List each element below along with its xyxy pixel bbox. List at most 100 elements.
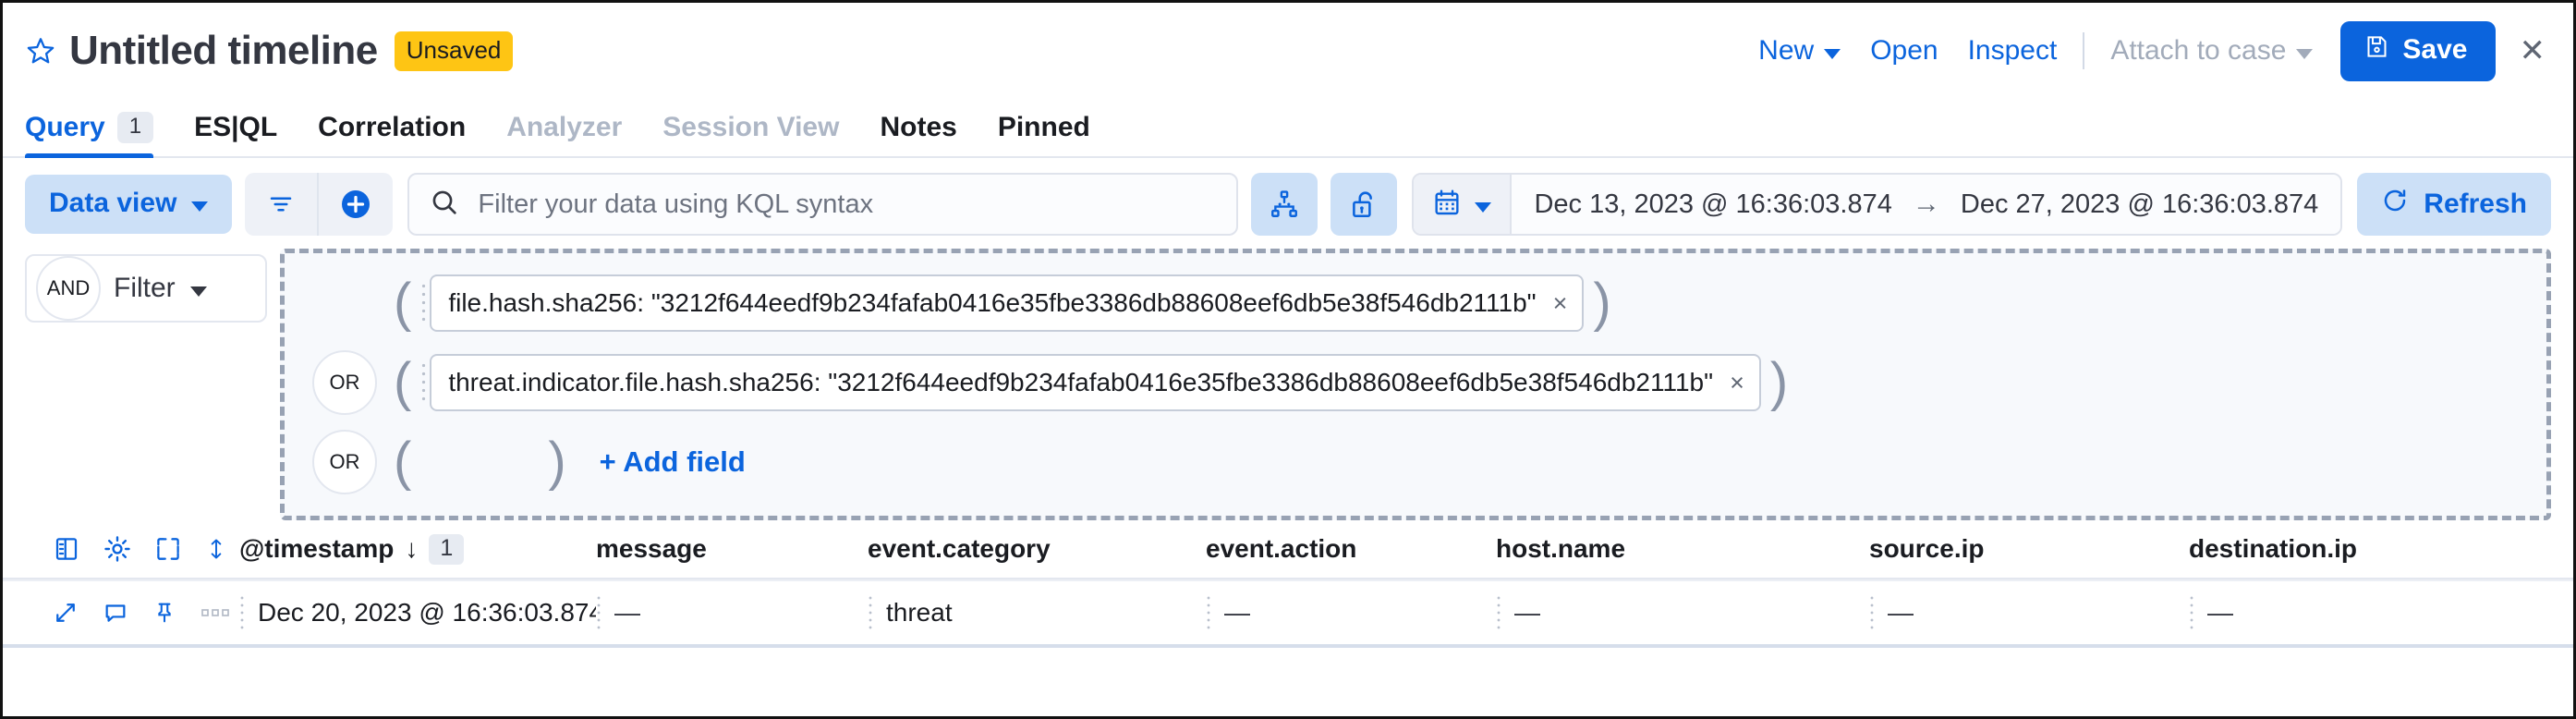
- logic-or-badge[interactable]: OR: [312, 430, 377, 494]
- tab-notes[interactable]: Notes: [859, 112, 977, 156]
- column-header-event-action[interactable]: event.action: [1206, 534, 1496, 564]
- tab-query-label: Query: [25, 111, 105, 142]
- attach-to-case-button[interactable]: Attach to case: [2096, 35, 2327, 67]
- timeline-window: Untitled timeline Unsaved New Open Inspe…: [0, 0, 2576, 719]
- date-range-picker[interactable]: Dec 13, 2023 @ 16:36:03.874 → Dec 27, 20…: [1412, 173, 2343, 236]
- gear-icon[interactable]: [103, 534, 132, 564]
- save-button[interactable]: Save: [2340, 20, 2496, 81]
- builder-row: ( file.hash.sha256: "3212f644eedf9b234fa…: [305, 268, 2526, 338]
- fullscreen-icon[interactable]: [154, 535, 182, 563]
- filter-pill-label: Filter: [114, 273, 207, 304]
- expand-icon[interactable]: [53, 600, 79, 626]
- data-view-button[interactable]: Data view: [25, 175, 233, 234]
- drag-handle[interactable]: [420, 361, 429, 404]
- column-header-destination-ip[interactable]: destination.ip: [2189, 534, 2485, 564]
- inspect-button[interactable]: Inspect: [1953, 35, 2072, 67]
- network-graph-icon[interactable]: [1251, 173, 1318, 236]
- tab-session-view-label: Session View: [662, 112, 840, 142]
- new-label: New: [1758, 35, 1815, 66]
- tab-analyzer[interactable]: Analyzer: [486, 112, 642, 156]
- column-header-message[interactable]: message: [596, 534, 868, 564]
- column-label: destination.ip: [2189, 534, 2357, 563]
- filter-field-box[interactable]: file.hash.sha256: "3212f644eedf9b234fafa…: [430, 274, 1585, 332]
- column-label: source.ip: [1869, 534, 1985, 563]
- inspect-label: Inspect: [1967, 35, 2058, 66]
- cell-source-ip[interactable]: —: [1869, 594, 2189, 631]
- chevron-down-icon: [189, 286, 207, 297]
- builder-row: OR ( threat.indicator.file.hash.sha256: …: [305, 347, 2526, 418]
- plus-circle-icon[interactable]: [319, 173, 394, 236]
- save-disk-icon: [2364, 34, 2389, 67]
- tab-analyzer-label: Analyzer: [506, 112, 623, 142]
- refresh-label: Refresh: [2424, 189, 2527, 219]
- table-row[interactable]: Dec 20, 2023 @ 16:36:03.874 — threat — —…: [3, 579, 2573, 648]
- save-label: Save: [2402, 34, 2468, 65]
- cell-value: threat: [886, 598, 953, 627]
- tab-session-view[interactable]: Session View: [642, 112, 859, 156]
- tab-pinned[interactable]: Pinned: [978, 112, 1111, 156]
- unlock-icon[interactable]: [1331, 173, 1398, 236]
- cell-divider: [868, 594, 873, 631]
- tab-correlation[interactable]: Correlation: [298, 112, 486, 156]
- cell-value: —: [1888, 598, 1914, 627]
- pin-icon[interactable]: [152, 600, 176, 626]
- cell-message[interactable]: —: [596, 594, 868, 631]
- tab-bar: Query 1 ES|QL Correlation Analyzer Sessi…: [3, 99, 2573, 159]
- columns-icon[interactable]: [53, 535, 80, 563]
- filter-field-text: threat.indicator.file.hash.sha256: "3212…: [448, 368, 1714, 396]
- date-start[interactable]: Dec 13, 2023 @ 16:36:03.874: [1534, 189, 1891, 220]
- header-actions: New Open Inspect Attach to case Save ✕: [1744, 20, 2550, 81]
- sort-height-icon[interactable]: [204, 535, 228, 563]
- open-paren: (: [394, 351, 412, 412]
- filter-field-text: file.hash.sha256: "3212f644eedf9b234fafa…: [448, 288, 1537, 317]
- tab-query[interactable]: Query 1: [25, 111, 174, 159]
- logic-or-badge[interactable]: OR: [312, 350, 377, 415]
- cell-value: —: [1514, 598, 1540, 627]
- close-icon[interactable]: ×: [1730, 369, 1744, 397]
- cell-event-action[interactable]: —: [1206, 594, 1496, 631]
- close-paren: ): [1769, 351, 1789, 412]
- open-label: Open: [1870, 35, 1938, 66]
- table-header: @timestamp ↓ 1 message event.category ev…: [3, 520, 2573, 579]
- cell-event-category[interactable]: threat: [868, 594, 1206, 631]
- open-paren: (: [394, 431, 412, 492]
- search-input[interactable]: [476, 188, 1217, 221]
- filter-field-box[interactable]: threat.indicator.file.hash.sha256: "3212…: [430, 354, 1761, 411]
- comment-icon[interactable]: [103, 600, 128, 626]
- cell-destination-ip[interactable]: —: [2189, 594, 2485, 631]
- cell-divider: [2189, 594, 2194, 631]
- date-range-values[interactable]: Dec 13, 2023 @ 16:36:03.874 → Dec 27, 20…: [1512, 175, 2341, 234]
- column-header-host-name[interactable]: host.name: [1496, 534, 1869, 564]
- sort-desc-icon: ↓: [405, 534, 419, 563]
- refresh-icon: [2381, 187, 2409, 222]
- star-icon[interactable]: [25, 35, 56, 67]
- filter-dropdown-pill[interactable]: AND Filter: [25, 254, 267, 323]
- tab-esql[interactable]: ES|QL: [174, 112, 298, 156]
- date-end[interactable]: Dec 27, 2023 @ 16:36:03.874: [1961, 189, 2318, 220]
- cell-host-name[interactable]: —: [1496, 594, 1869, 631]
- filter-list-icon[interactable]: [245, 173, 320, 236]
- search-input-wrapper[interactable]: [407, 173, 1239, 236]
- new-button[interactable]: New: [1744, 35, 1855, 67]
- cell-value: Dec 20, 2023 @ 16:36:03.874: [258, 598, 596, 627]
- open-button[interactable]: Open: [1855, 35, 1952, 67]
- chevron-down-icon: [2296, 48, 2314, 59]
- cell-divider: [1869, 594, 1875, 631]
- cell-timestamp[interactable]: Dec 20, 2023 @ 16:36:03.874: [239, 594, 596, 631]
- tab-query-count: 1: [116, 111, 154, 143]
- column-label: @timestamp: [239, 534, 395, 563]
- calendar-icon: [1432, 188, 1462, 222]
- cell-divider: [239, 594, 245, 631]
- calendar-dropdown-button[interactable]: [1414, 175, 1513, 234]
- cell-divider: [1206, 594, 1211, 631]
- drag-handle[interactable]: [420, 282, 429, 324]
- cell-value: —: [614, 598, 640, 627]
- refresh-button[interactable]: Refresh: [2357, 173, 2551, 236]
- column-header-timestamp[interactable]: @timestamp ↓ 1: [239, 533, 596, 565]
- close-icon[interactable]: ×: [1553, 289, 1568, 318]
- more-horizontal-icon[interactable]: [200, 606, 232, 619]
- add-field-button[interactable]: + Add field: [600, 445, 746, 479]
- close-icon[interactable]: ✕: [2516, 32, 2550, 69]
- column-header-source-ip[interactable]: source.ip: [1869, 534, 2189, 564]
- column-header-event-category[interactable]: event.category: [868, 534, 1206, 564]
